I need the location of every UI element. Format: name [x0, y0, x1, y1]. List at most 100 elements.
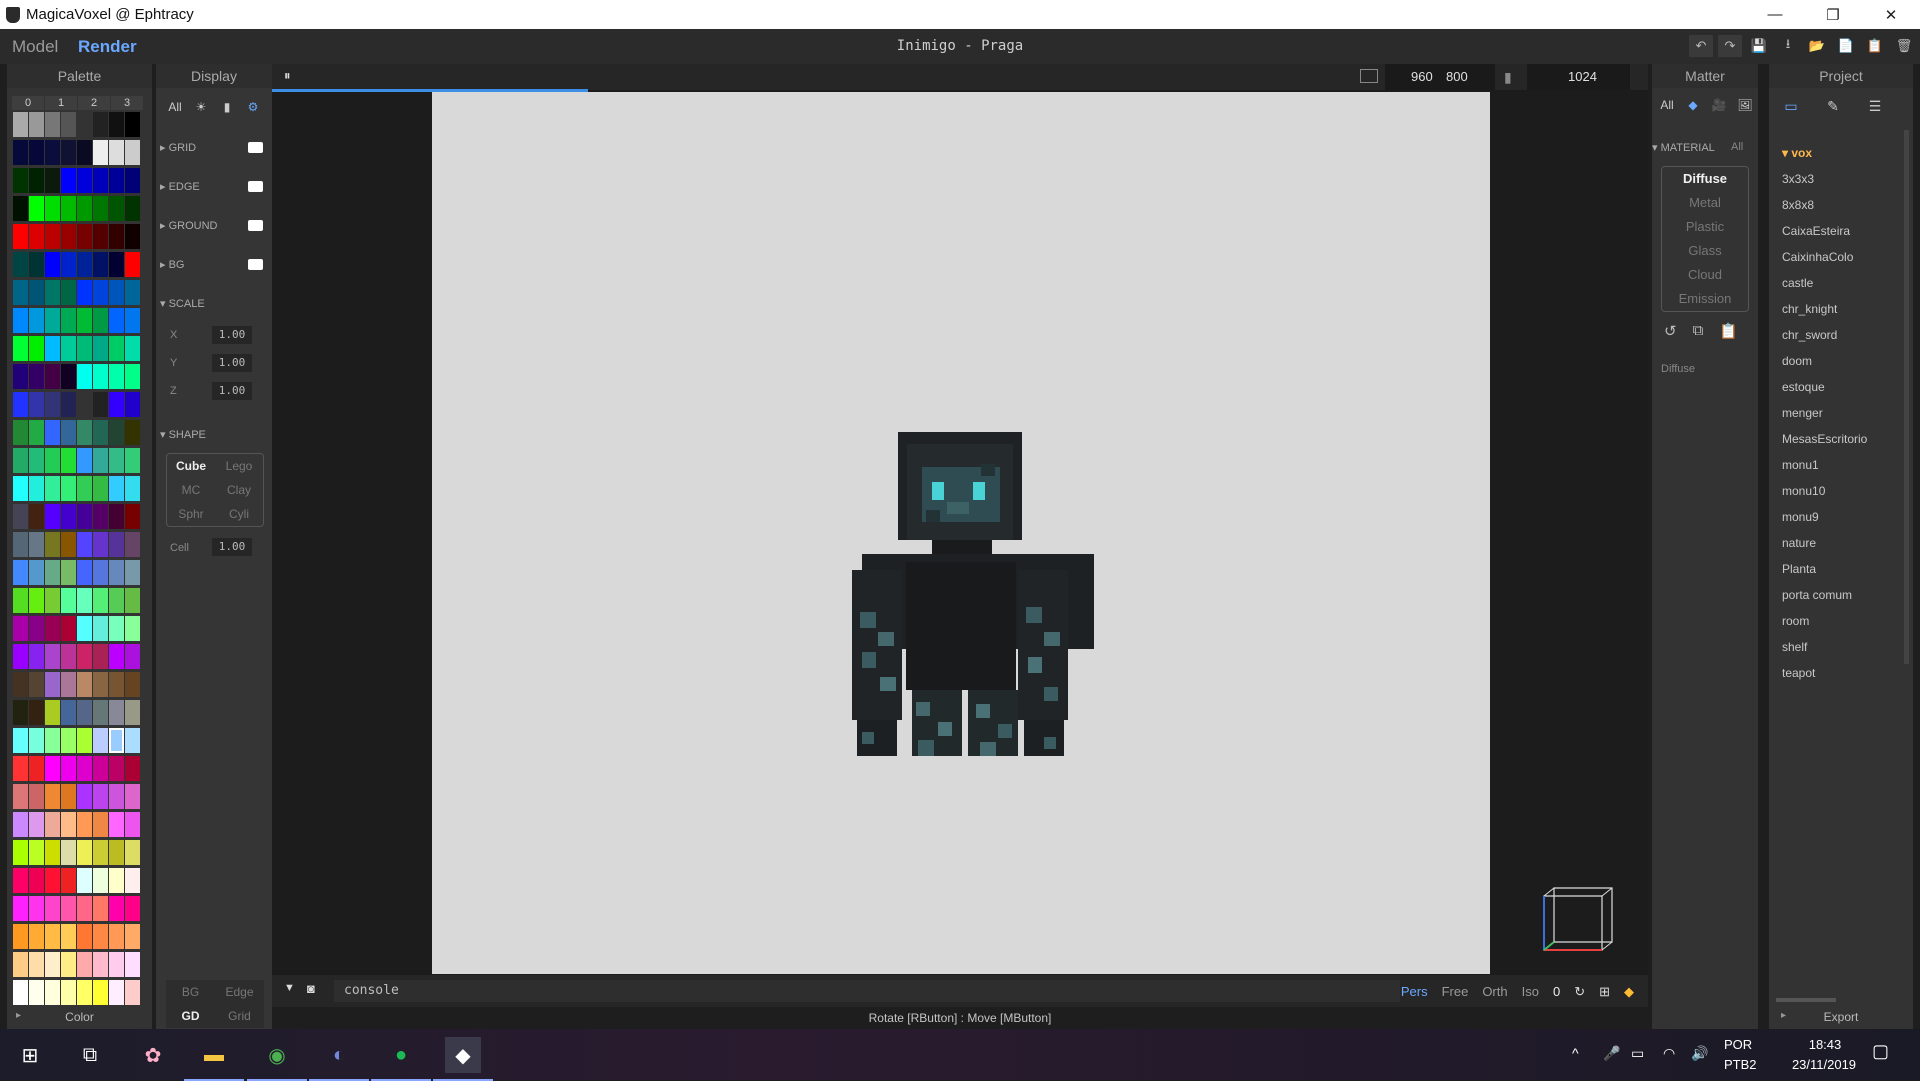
- palette-swatch[interactable]: [45, 812, 60, 837]
- palette-swatch[interactable]: [13, 392, 28, 417]
- section-scale[interactable]: ▾ SCALE: [160, 297, 205, 310]
- palette-swatch[interactable]: [125, 756, 140, 781]
- scale-y-field[interactable]: 1.00: [212, 354, 252, 372]
- palette-swatch[interactable]: [45, 196, 60, 221]
- battery-icon[interactable]: ▭: [1631, 1045, 1644, 1062]
- palette-swatch[interactable]: [13, 952, 28, 977]
- palette-swatch[interactable]: [125, 980, 140, 1005]
- palette-swatch[interactable]: [13, 504, 28, 529]
- palette-swatch-selected[interactable]: [109, 728, 124, 753]
- minimize-button[interactable]: —: [1746, 0, 1804, 29]
- palette-swatch[interactable]: [109, 112, 124, 137]
- palette-swatch[interactable]: [61, 280, 76, 305]
- palette-swatch[interactable]: [109, 280, 124, 305]
- histogram-icon[interactable]: ▮: [215, 96, 239, 118]
- palette-swatch[interactable]: [125, 448, 140, 473]
- palette-swatch[interactable]: [93, 280, 108, 305]
- palette-swatch[interactable]: [77, 728, 92, 753]
- palette-swatch[interactable]: [61, 364, 76, 389]
- palette-swatch[interactable]: [13, 364, 28, 389]
- palette-swatch[interactable]: [29, 756, 44, 781]
- palette-swatch[interactable]: [109, 532, 124, 557]
- scale-x-field[interactable]: 1.00: [212, 326, 252, 344]
- palette-swatch[interactable]: [109, 308, 124, 333]
- palette-swatch[interactable]: [93, 420, 108, 445]
- notifications-icon[interactable]: ▢: [1872, 1041, 1889, 1062]
- palette-swatch[interactable]: [29, 308, 44, 333]
- palette-swatch[interactable]: [93, 840, 108, 865]
- palette-swatch[interactable]: [77, 644, 92, 669]
- palette-swatch[interactable]: [125, 392, 140, 417]
- palette-swatch[interactable]: [125, 364, 140, 389]
- palette-swatch[interactable]: [45, 476, 60, 501]
- palette-swatch[interactable]: [29, 336, 44, 361]
- palette-swatch[interactable]: [125, 672, 140, 697]
- palette-swatch[interactable]: [61, 308, 76, 333]
- microphone-icon[interactable]: 🎤: [1603, 1045, 1620, 1062]
- palette-swatch[interactable]: [29, 280, 44, 305]
- palette-swatch[interactable]: [45, 840, 60, 865]
- mode-pers[interactable]: Pers: [1401, 984, 1428, 1000]
- image-icon[interactable]: [1360, 69, 1378, 83]
- palette-swatch[interactable]: [13, 476, 28, 501]
- reset-material-icon[interactable]: ↺: [1664, 322, 1677, 340]
- palette-swatch[interactable]: [77, 140, 92, 165]
- palette-swatch[interactable]: [45, 532, 60, 557]
- palette-swatch[interactable]: [61, 476, 76, 501]
- palette-swatch[interactable]: [77, 924, 92, 949]
- palette-swatch[interactable]: [61, 532, 76, 557]
- bg-toggle[interactable]: [248, 259, 263, 270]
- palette-swatch[interactable]: [45, 644, 60, 669]
- display-tab-all[interactable]: All: [163, 96, 187, 118]
- camera-icon[interactable]: ◙: [307, 981, 315, 996]
- export-label[interactable]: Export: [1769, 1010, 1913, 1024]
- palette-swatch[interactable]: [13, 196, 28, 221]
- palette-swatch[interactable]: [45, 224, 60, 249]
- palette-swatch[interactable]: [93, 952, 108, 977]
- palette-swatch[interactable]: [13, 252, 28, 277]
- palette-swatch[interactable]: [29, 644, 44, 669]
- palette-swatch[interactable]: [77, 560, 92, 585]
- palette-swatch[interactable]: [45, 756, 60, 781]
- file-item[interactable]: chr_sword: [1782, 322, 1867, 348]
- palette-swatch[interactable]: [29, 672, 44, 697]
- palette-swatch[interactable]: [109, 252, 124, 277]
- palette-swatch[interactable]: [13, 532, 28, 557]
- palette-swatch[interactable]: [45, 392, 60, 417]
- palette-swatch[interactable]: [13, 644, 28, 669]
- palette-swatch[interactable]: [13, 896, 28, 921]
- palette-swatch[interactable]: [45, 308, 60, 333]
- palette-swatch[interactable]: [45, 924, 60, 949]
- palette-swatch[interactable]: [13, 336, 28, 361]
- discord-icon[interactable]: ◐: [309, 1037, 369, 1081]
- palette-swatch[interactable]: [93, 196, 108, 221]
- palette-swatch[interactable]: [93, 868, 108, 893]
- palette-swatch[interactable]: [93, 728, 108, 753]
- palette-tab-0[interactable]: 0: [12, 96, 44, 110]
- tray-chevron-icon[interactable]: ^: [1572, 1045, 1579, 1061]
- palette-swatch[interactable]: [77, 784, 92, 809]
- cube-view-icon[interactable]: ◆: [1624, 984, 1634, 1000]
- palette-swatch[interactable]: [29, 504, 44, 529]
- palette-swatch[interactable]: [109, 476, 124, 501]
- palette-swatch[interactable]: [29, 364, 44, 389]
- palette-swatch[interactable]: [45, 280, 60, 305]
- palette-swatch[interactable]: [61, 672, 76, 697]
- palette-swatch[interactable]: [109, 392, 124, 417]
- list-tab-icon[interactable]: ☰: [1864, 98, 1886, 115]
- palette-swatch[interactable]: [77, 364, 92, 389]
- palette-swatch[interactable]: [45, 588, 60, 613]
- palette-swatch[interactable]: [29, 784, 44, 809]
- palette-swatch[interactable]: [29, 588, 44, 613]
- palette-swatch[interactable]: [109, 644, 124, 669]
- file-item[interactable]: monu10: [1782, 478, 1867, 504]
- palette-swatch[interactable]: [93, 980, 108, 1005]
- palette-swatch[interactable]: [13, 224, 28, 249]
- palette-swatch[interactable]: [109, 504, 124, 529]
- palette-swatch[interactable]: [45, 420, 60, 445]
- palette-swatch[interactable]: [93, 168, 108, 193]
- palette-swatch[interactable]: [125, 952, 140, 977]
- palette-swatch[interactable]: [109, 588, 124, 613]
- palette-swatch[interactable]: [109, 336, 124, 361]
- chrome-icon[interactable]: ◉: [247, 1037, 307, 1081]
